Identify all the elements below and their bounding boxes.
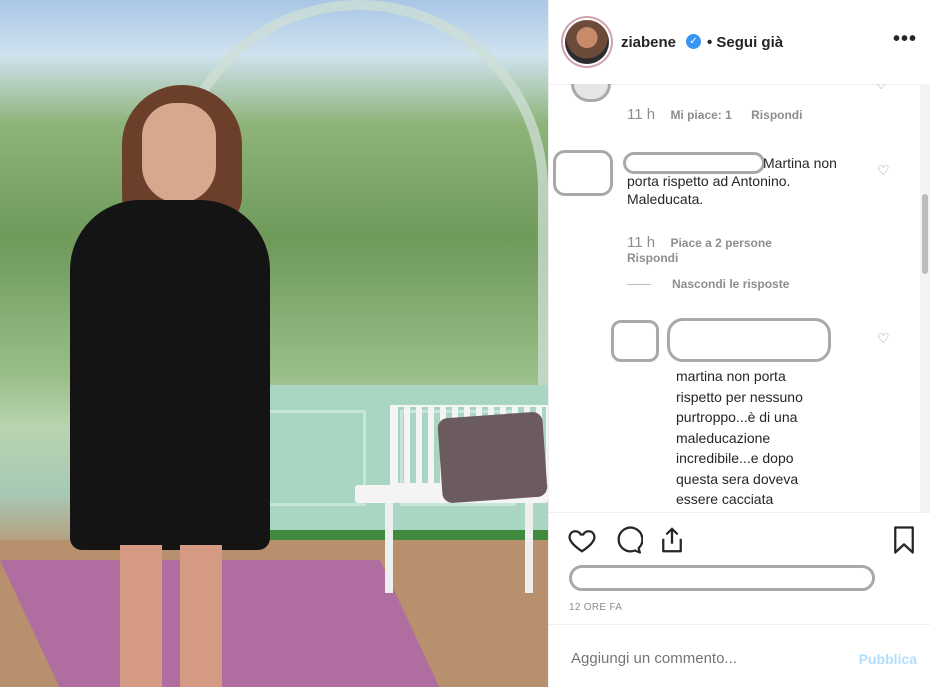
verified-badge-icon: ✓	[686, 34, 701, 49]
avatar[interactable]	[565, 20, 609, 64]
share-icon[interactable]	[657, 525, 687, 555]
post-actions: 12 ORE FA	[549, 512, 930, 625]
comment-input[interactable]	[569, 649, 833, 668]
bookmark-icon[interactable]	[889, 525, 919, 555]
comment-likes-link[interactable]: Mi piace: 1	[670, 108, 731, 122]
comment-time: 11 h	[627, 234, 656, 251]
likes-count-redacted[interactable]	[569, 565, 875, 591]
post-photo	[0, 0, 548, 687]
cushion	[437, 411, 548, 504]
comment-time: 11 h	[627, 106, 656, 123]
comment-like-icon[interactable]: ♡	[877, 330, 890, 347]
hide-replies-button[interactable]: Nascondi le risposte	[672, 277, 789, 291]
comment-like-icon[interactable]: ♡	[877, 162, 890, 179]
username-link[interactable]: ziabene	[621, 34, 676, 51]
comment-likes-link[interactable]: Piace a 2 persone	[670, 236, 771, 250]
comment-text: Martina non porta rispetto ad Antonino. …	[627, 155, 837, 207]
post-sidebar: ziabene ✓ • Segui già ••• ♡ 11 h Mi piac…	[548, 0, 930, 687]
comment-like-icon[interactable]: ♡	[875, 84, 888, 93]
replies-divider	[627, 284, 651, 285]
reply-avatar-redacted[interactable]	[611, 320, 659, 362]
comments-list: ♡ 11 h Mi piace: 1 Rispondi Martina non …	[549, 84, 921, 512]
post-header: ziabene ✓ • Segui già •••	[549, 0, 930, 85]
following-button[interactable]: • Segui già	[707, 34, 783, 51]
reply-button[interactable]: Rispondi	[751, 108, 802, 122]
comment-avatar-redacted[interactable]	[553, 150, 613, 196]
publish-button[interactable]: Pubblica	[859, 651, 917, 667]
comment-meta: 11 h Mi piace: 1 Rispondi	[627, 106, 802, 123]
username-redacted[interactable]	[667, 318, 831, 362]
reply-button[interactable]: Rispondi	[627, 251, 678, 265]
comment-avatar[interactable]	[571, 84, 611, 102]
comment-icon[interactable]	[613, 525, 643, 555]
comment-meta: 11 h Piace a 2 persone Rispondi	[627, 234, 827, 265]
more-options-icon[interactable]: •••	[893, 28, 917, 51]
reply-text: martina non porta rispetto per nessuno p…	[676, 368, 803, 507]
add-comment-bar: Pubblica	[549, 624, 930, 688]
post-date: 12 ORE FA	[569, 602, 623, 613]
heart-icon[interactable]	[567, 525, 597, 555]
woman-figure	[60, 85, 280, 687]
comments-scrollbar[interactable]	[920, 84, 930, 512]
